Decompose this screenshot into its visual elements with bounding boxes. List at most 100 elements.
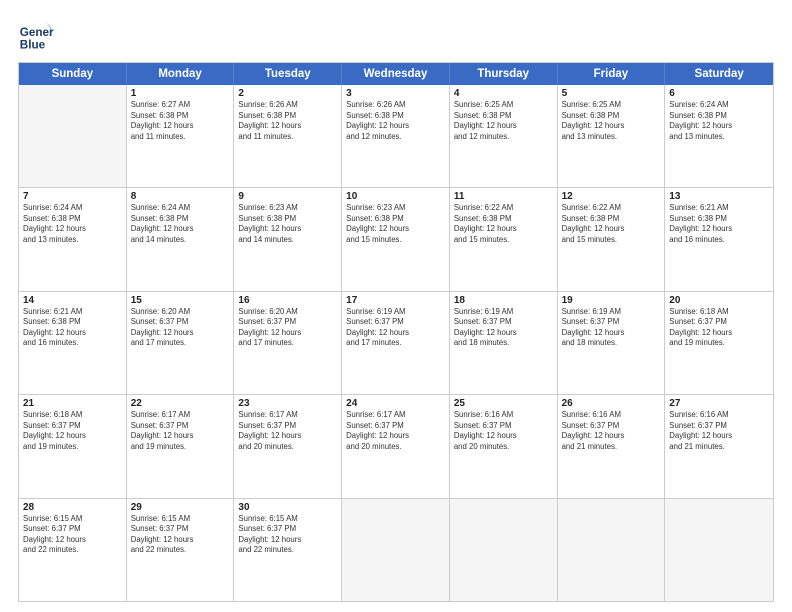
day-info: Sunrise: 6:20 AM Sunset: 6:37 PM Dayligh…	[131, 307, 230, 349]
day-info: Sunrise: 6:19 AM Sunset: 6:37 PM Dayligh…	[346, 307, 445, 349]
day-info: Sunrise: 6:17 AM Sunset: 6:37 PM Dayligh…	[346, 410, 445, 452]
calendar-cell: 24Sunrise: 6:17 AM Sunset: 6:37 PM Dayli…	[342, 395, 450, 497]
calendar-cell: 10Sunrise: 6:23 AM Sunset: 6:38 PM Dayli…	[342, 188, 450, 290]
calendar-cell	[558, 499, 666, 601]
day-info: Sunrise: 6:19 AM Sunset: 6:37 PM Dayligh…	[454, 307, 553, 349]
day-number: 14	[23, 295, 122, 306]
day-info: Sunrise: 6:24 AM Sunset: 6:38 PM Dayligh…	[23, 203, 122, 245]
day-number: 6	[669, 88, 769, 99]
day-number: 1	[131, 88, 230, 99]
day-number: 7	[23, 191, 122, 202]
day-number: 15	[131, 295, 230, 306]
day-info: Sunrise: 6:23 AM Sunset: 6:38 PM Dayligh…	[238, 203, 337, 245]
day-info: Sunrise: 6:18 AM Sunset: 6:37 PM Dayligh…	[669, 307, 769, 349]
calendar-row-2: 14Sunrise: 6:21 AM Sunset: 6:38 PM Dayli…	[19, 291, 773, 394]
calendar-cell: 17Sunrise: 6:19 AM Sunset: 6:37 PM Dayli…	[342, 292, 450, 394]
day-number: 21	[23, 398, 122, 409]
day-info: Sunrise: 6:21 AM Sunset: 6:38 PM Dayligh…	[669, 203, 769, 245]
day-number: 23	[238, 398, 337, 409]
header-day-saturday: Saturday	[665, 63, 773, 85]
day-info: Sunrise: 6:17 AM Sunset: 6:37 PM Dayligh…	[131, 410, 230, 452]
calendar-cell: 22Sunrise: 6:17 AM Sunset: 6:37 PM Dayli…	[127, 395, 235, 497]
day-number: 12	[562, 191, 661, 202]
header-day-friday: Friday	[558, 63, 666, 85]
calendar-cell	[19, 85, 127, 187]
day-info: Sunrise: 6:16 AM Sunset: 6:37 PM Dayligh…	[562, 410, 661, 452]
calendar-header: SundayMondayTuesdayWednesdayThursdayFrid…	[19, 63, 773, 85]
calendar-cell: 11Sunrise: 6:22 AM Sunset: 6:38 PM Dayli…	[450, 188, 558, 290]
day-number: 27	[669, 398, 769, 409]
header: General Blue	[18, 18, 774, 54]
day-info: Sunrise: 6:20 AM Sunset: 6:37 PM Dayligh…	[238, 307, 337, 349]
calendar-cell: 20Sunrise: 6:18 AM Sunset: 6:37 PM Dayli…	[665, 292, 773, 394]
calendar-cell: 28Sunrise: 6:15 AM Sunset: 6:37 PM Dayli…	[19, 499, 127, 601]
day-number: 8	[131, 191, 230, 202]
day-number: 24	[346, 398, 445, 409]
calendar: SundayMondayTuesdayWednesdayThursdayFrid…	[18, 62, 774, 602]
day-info: Sunrise: 6:15 AM Sunset: 6:37 PM Dayligh…	[23, 514, 122, 556]
header-day-wednesday: Wednesday	[342, 63, 450, 85]
day-number: 10	[346, 191, 445, 202]
header-day-tuesday: Tuesday	[234, 63, 342, 85]
day-number: 17	[346, 295, 445, 306]
day-number: 19	[562, 295, 661, 306]
calendar-cell: 3Sunrise: 6:26 AM Sunset: 6:38 PM Daylig…	[342, 85, 450, 187]
calendar-cell: 15Sunrise: 6:20 AM Sunset: 6:37 PM Dayli…	[127, 292, 235, 394]
logo-icon: General Blue	[18, 18, 54, 54]
calendar-row-3: 21Sunrise: 6:18 AM Sunset: 6:37 PM Dayli…	[19, 394, 773, 497]
day-number: 2	[238, 88, 337, 99]
svg-text:Blue: Blue	[20, 39, 46, 52]
calendar-cell: 26Sunrise: 6:16 AM Sunset: 6:37 PM Dayli…	[558, 395, 666, 497]
calendar-cell: 30Sunrise: 6:15 AM Sunset: 6:37 PM Dayli…	[234, 499, 342, 601]
day-number: 5	[562, 88, 661, 99]
calendar-row-1: 7Sunrise: 6:24 AM Sunset: 6:38 PM Daylig…	[19, 187, 773, 290]
day-number: 30	[238, 502, 337, 513]
day-number: 18	[454, 295, 553, 306]
calendar-cell: 21Sunrise: 6:18 AM Sunset: 6:37 PM Dayli…	[19, 395, 127, 497]
day-info: Sunrise: 6:25 AM Sunset: 6:38 PM Dayligh…	[562, 100, 661, 142]
calendar-cell: 9Sunrise: 6:23 AM Sunset: 6:38 PM Daylig…	[234, 188, 342, 290]
day-info: Sunrise: 6:18 AM Sunset: 6:37 PM Dayligh…	[23, 410, 122, 452]
day-number: 3	[346, 88, 445, 99]
day-number: 29	[131, 502, 230, 513]
day-number: 4	[454, 88, 553, 99]
day-number: 9	[238, 191, 337, 202]
calendar-body: 1Sunrise: 6:27 AM Sunset: 6:38 PM Daylig…	[19, 85, 773, 601]
day-number: 16	[238, 295, 337, 306]
calendar-cell	[342, 499, 450, 601]
calendar-cell: 6Sunrise: 6:24 AM Sunset: 6:38 PM Daylig…	[665, 85, 773, 187]
calendar-cell: 8Sunrise: 6:24 AM Sunset: 6:38 PM Daylig…	[127, 188, 235, 290]
day-number: 20	[669, 295, 769, 306]
page: General Blue SundayMondayTuesdayWednesda…	[0, 0, 792, 612]
calendar-cell: 19Sunrise: 6:19 AM Sunset: 6:37 PM Dayli…	[558, 292, 666, 394]
calendar-cell: 13Sunrise: 6:21 AM Sunset: 6:38 PM Dayli…	[665, 188, 773, 290]
calendar-cell: 27Sunrise: 6:16 AM Sunset: 6:37 PM Dayli…	[665, 395, 773, 497]
day-number: 22	[131, 398, 230, 409]
day-number: 11	[454, 191, 553, 202]
calendar-cell: 23Sunrise: 6:17 AM Sunset: 6:37 PM Dayli…	[234, 395, 342, 497]
day-info: Sunrise: 6:23 AM Sunset: 6:38 PM Dayligh…	[346, 203, 445, 245]
day-info: Sunrise: 6:25 AM Sunset: 6:38 PM Dayligh…	[454, 100, 553, 142]
day-number: 28	[23, 502, 122, 513]
calendar-cell: 14Sunrise: 6:21 AM Sunset: 6:38 PM Dayli…	[19, 292, 127, 394]
day-info: Sunrise: 6:22 AM Sunset: 6:38 PM Dayligh…	[562, 203, 661, 245]
day-info: Sunrise: 6:26 AM Sunset: 6:38 PM Dayligh…	[346, 100, 445, 142]
logo: General Blue	[18, 18, 54, 54]
calendar-row-0: 1Sunrise: 6:27 AM Sunset: 6:38 PM Daylig…	[19, 85, 773, 187]
header-day-thursday: Thursday	[450, 63, 558, 85]
calendar-row-4: 28Sunrise: 6:15 AM Sunset: 6:37 PM Dayli…	[19, 498, 773, 601]
calendar-cell: 2Sunrise: 6:26 AM Sunset: 6:38 PM Daylig…	[234, 85, 342, 187]
day-info: Sunrise: 6:21 AM Sunset: 6:38 PM Dayligh…	[23, 307, 122, 349]
header-day-monday: Monday	[127, 63, 235, 85]
svg-text:General: General	[20, 26, 54, 39]
day-info: Sunrise: 6:16 AM Sunset: 6:37 PM Dayligh…	[454, 410, 553, 452]
day-info: Sunrise: 6:17 AM Sunset: 6:37 PM Dayligh…	[238, 410, 337, 452]
day-info: Sunrise: 6:15 AM Sunset: 6:37 PM Dayligh…	[131, 514, 230, 556]
day-info: Sunrise: 6:19 AM Sunset: 6:37 PM Dayligh…	[562, 307, 661, 349]
day-info: Sunrise: 6:22 AM Sunset: 6:38 PM Dayligh…	[454, 203, 553, 245]
day-info: Sunrise: 6:24 AM Sunset: 6:38 PM Dayligh…	[131, 203, 230, 245]
calendar-cell: 18Sunrise: 6:19 AM Sunset: 6:37 PM Dayli…	[450, 292, 558, 394]
calendar-cell: 7Sunrise: 6:24 AM Sunset: 6:38 PM Daylig…	[19, 188, 127, 290]
calendar-cell: 29Sunrise: 6:15 AM Sunset: 6:37 PM Dayli…	[127, 499, 235, 601]
calendar-cell	[450, 499, 558, 601]
